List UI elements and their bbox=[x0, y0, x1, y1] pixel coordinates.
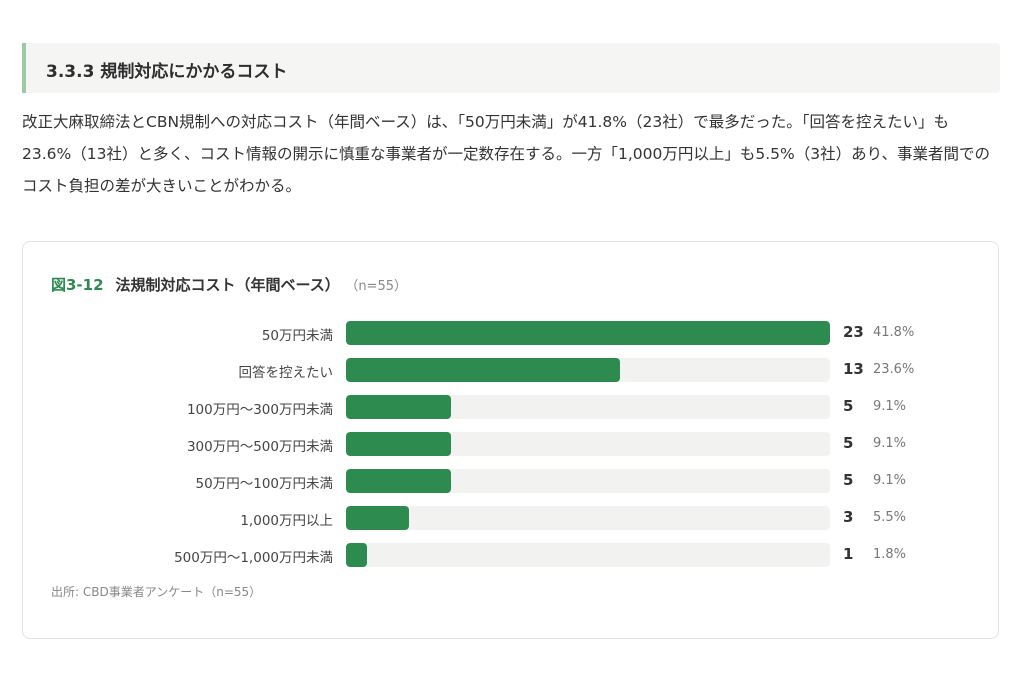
bar bbox=[346, 469, 452, 493]
sample-size: （n=55） bbox=[351, 279, 407, 294]
count-label: 5 bbox=[843, 471, 854, 489]
bar-track bbox=[346, 506, 830, 530]
category-label: 100万円〜300万円未満 bbox=[186, 402, 333, 418]
bar bbox=[346, 395, 452, 419]
category-label: 回答を控えたい bbox=[238, 365, 334, 381]
bar bbox=[346, 321, 830, 345]
bar bbox=[346, 432, 452, 456]
section-heading-text: 3.3.3 規制対応にかかるコスト bbox=[46, 62, 288, 82]
bar-track bbox=[346, 358, 830, 382]
bar-track bbox=[346, 321, 830, 345]
category-label: 500万円〜1,000万円未満 bbox=[174, 550, 333, 566]
chart-card: 図3-12 法規制対応コスト（年間ベース） （n=55） 50万円未満 23 41.8%… bbox=[22, 241, 999, 639]
category-label: 300万円〜500万円未満 bbox=[186, 439, 333, 455]
bar-row: 50万円未満 23 41.8% bbox=[23, 320, 998, 346]
bar bbox=[346, 543, 368, 567]
percent-label: 23.6% bbox=[873, 362, 915, 377]
count-label: 5 bbox=[843, 434, 854, 452]
count-label: 3 bbox=[843, 508, 854, 526]
bar-track bbox=[346, 432, 830, 456]
figure-number: 図3-12 bbox=[51, 276, 104, 294]
percent-label: 5.5% bbox=[873, 510, 907, 525]
count-label: 23 bbox=[843, 323, 864, 341]
bar-track bbox=[346, 543, 830, 567]
bar-row: 50万円〜100万円未満 5 9.1% bbox=[23, 468, 998, 494]
source-note: 出所: CBD事業者アンケート（n=55） bbox=[51, 585, 262, 599]
count-label: 1 bbox=[843, 545, 854, 563]
percent-label: 9.1% bbox=[873, 399, 907, 414]
bar-row: 300万円〜500万円未満 5 9.1% bbox=[23, 431, 998, 457]
category-label: 50万円〜100万円未満 bbox=[195, 476, 333, 492]
body-paragraph: 改正大麻取締法とCBN規制への対応コスト（年間ベース）は、「50万円未満」が41… bbox=[22, 113, 990, 195]
bar-row: 1,000万円以上 3 5.5% bbox=[23, 505, 998, 531]
percent-label: 41.8% bbox=[873, 325, 915, 340]
count-label: 5 bbox=[843, 397, 854, 415]
bar bbox=[346, 506, 410, 530]
bar-row: 100万円〜300万円未満 5 9.1% bbox=[23, 394, 998, 420]
category-label: 50万円未満 bbox=[261, 328, 333, 344]
percent-label: 9.1% bbox=[873, 436, 907, 451]
figure-title: 法規制対応コスト（年間ベース） bbox=[115, 276, 340, 294]
section-heading: 3.3.3 規制対応にかかるコスト bbox=[22, 43, 1000, 93]
percent-label: 9.1% bbox=[873, 473, 907, 488]
bar-row: 500万円〜1,000万円未満 1 1.8% bbox=[23, 542, 998, 568]
bar-track bbox=[346, 395, 830, 419]
category-label: 1,000万円以上 bbox=[240, 513, 333, 529]
count-label: 13 bbox=[843, 360, 864, 378]
bar bbox=[346, 358, 620, 382]
bar-row: 回答を控えたい 13 23.6% bbox=[23, 357, 998, 383]
chart-title: 図3-12 法規制対応コスト（年間ベース） （n=55） bbox=[51, 274, 407, 295]
bar-track bbox=[346, 469, 830, 493]
percent-label: 1.8% bbox=[873, 547, 907, 562]
